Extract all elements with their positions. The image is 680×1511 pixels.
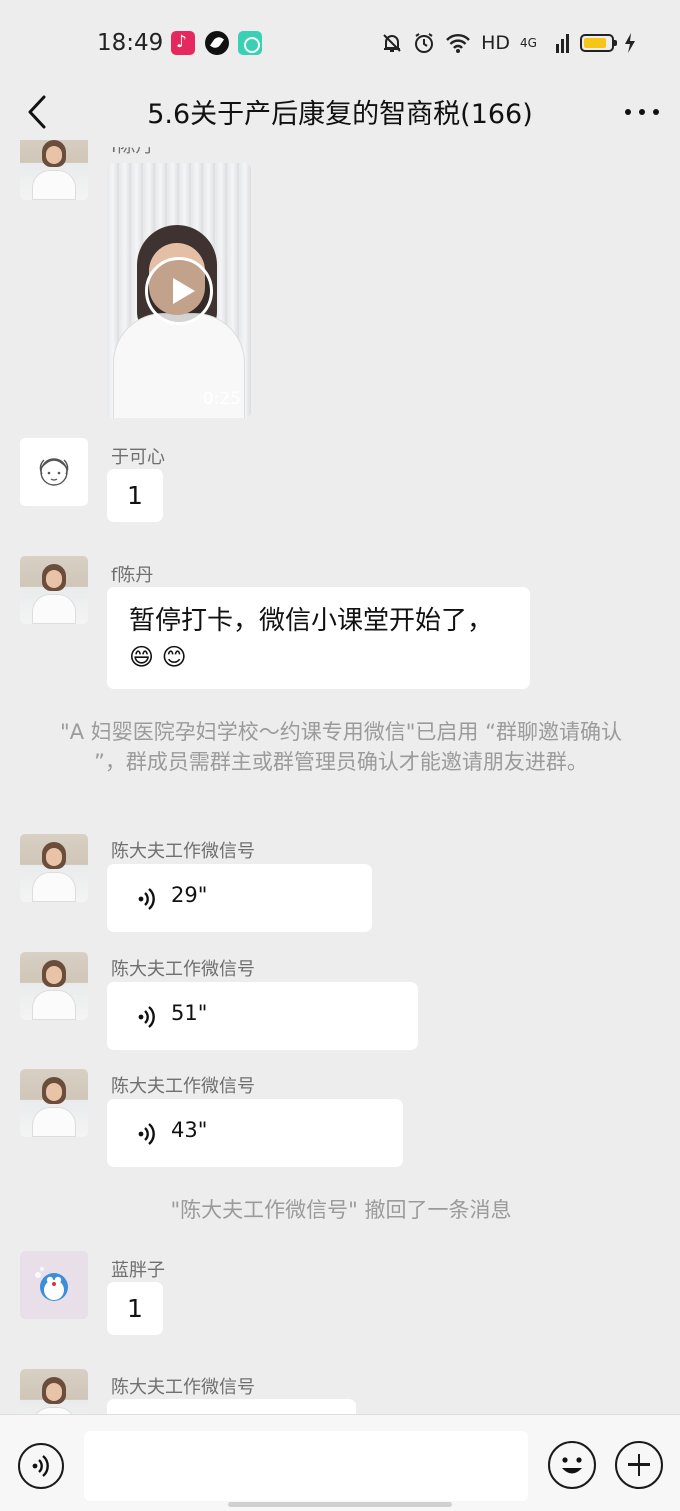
voice-duration: 43" — [171, 1118, 208, 1142]
voice-duration: 51" — [171, 1001, 208, 1025]
voice-wave-icon — [32, 1455, 49, 1477]
message-bubble[interactable]: 1 — [107, 469, 163, 522]
voice-duration: 29" — [171, 883, 208, 907]
wifi-icon — [446, 34, 470, 53]
signal-icon — [556, 34, 569, 53]
avatar[interactable] — [20, 1069, 88, 1137]
voice-bubble[interactable]: 43" — [107, 1099, 403, 1167]
video-thumbnail[interactable]: 0:25 — [107, 163, 251, 418]
more-options-icon[interactable] — [622, 90, 662, 130]
sender-name: f陈丹 — [111, 140, 154, 157]
sketch-girl-icon — [39, 458, 69, 486]
home-indicator[interactable] — [228, 1502, 452, 1507]
voice-bubble[interactable]: 29" — [107, 864, 372, 932]
teal-app-icon — [238, 31, 262, 55]
avatar[interactable] — [20, 834, 88, 902]
message-bubble[interactable]: 1 — [107, 1282, 163, 1335]
cell-label: 4G — [520, 35, 537, 50]
status-bar: 18:49 HD 4G — [0, 0, 680, 88]
avatar[interactable] — [20, 140, 88, 200]
message-text: 1 — [127, 1294, 143, 1323]
chat-title: 5.6关于产后康复的智商税(166) — [147, 99, 533, 130]
charging-icon — [625, 33, 635, 53]
mute-bell-icon — [383, 34, 401, 52]
smiley-icon — [562, 1457, 582, 1474]
alarm-icon — [415, 33, 434, 53]
message-bubble[interactable]: 暂停打卡，微信小课堂开始了， 😄 😊 — [107, 587, 530, 689]
system-message-recall: "陈大夫工作微信号" 撤回了一条消息 — [170, 1198, 512, 1222]
avatar[interactable] — [20, 952, 88, 1020]
battery-icon — [580, 34, 617, 52]
avatar[interactable] — [20, 1369, 88, 1414]
sender-name: 蓝胖子 — [111, 1260, 165, 1281]
chat-header: 5.6关于产后康复的智商税(166) — [0, 88, 680, 136]
sender-name: 于可心 — [111, 447, 165, 468]
avatar[interactable] — [20, 1251, 88, 1319]
system-icons: HD 4G — [381, 30, 636, 56]
system-message: "A 妇婴医院孕妇学校～约课专用微信"已启用 “群聊邀请确认 ”，群成员需群主或… — [60, 720, 622, 774]
voice-wave-icon — [138, 1123, 155, 1145]
message-text: 暂停打卡，微信小课堂开始了， — [129, 606, 494, 636]
voice-wave-icon — [138, 1006, 155, 1028]
sender-name: 陈大夫工作微信号 — [111, 959, 255, 980]
message-list[interactable]: f陈丹 0:25 于可心 1 f陈丹 暂停打卡，微信小课堂开始了， 😄 😊 "A… — [0, 140, 680, 1414]
video-duration: 0:25 — [202, 389, 241, 409]
voice-wave-icon — [138, 888, 155, 910]
message-input[interactable] — [84, 1431, 528, 1501]
tiktok-icon — [171, 31, 195, 55]
voice-bubble[interactable]: 51" — [107, 982, 418, 1050]
feather-icon — [205, 31, 229, 55]
message-bubble[interactable] — [107, 1399, 356, 1414]
sender-name: 陈大夫工作微信号 — [111, 1377, 255, 1398]
emoji-button[interactable] — [548, 1441, 596, 1489]
sender-name: 陈大夫工作微信号 — [111, 841, 255, 862]
doraemon-icon — [35, 1267, 68, 1301]
play-icon[interactable] — [145, 257, 213, 325]
more-functions-button[interactable] — [615, 1441, 663, 1489]
emoji-row: 😄 😊 — [129, 643, 187, 671]
status-time: 18:49 — [97, 30, 164, 56]
sender-name: f陈丹 — [111, 565, 154, 586]
avatar[interactable] — [20, 438, 88, 506]
avatar[interactable] — [20, 556, 88, 624]
sender-name: 陈大夫工作微信号 — [111, 1076, 255, 1097]
voice-input-button[interactable] — [18, 1443, 64, 1489]
network-hd-label: HD — [481, 32, 510, 54]
input-bar — [0, 1414, 680, 1511]
message-text: 1 — [127, 481, 143, 510]
